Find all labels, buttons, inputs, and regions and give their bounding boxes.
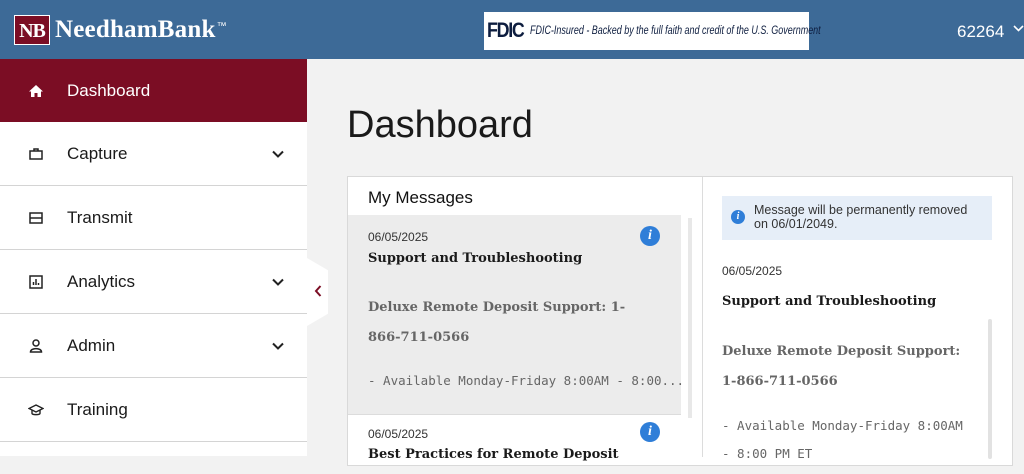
account-selector[interactable]: 62264 bbox=[957, 22, 1004, 42]
page-title: Dashboard bbox=[347, 104, 533, 146]
sidebar-nav: Dashboard Capture Transmit Analytics Adm… bbox=[0, 59, 307, 456]
info-icon: i bbox=[731, 210, 745, 224]
fdic-text: FDIC-Insured - Backed by the full faith … bbox=[530, 25, 821, 37]
chevron-down-icon bbox=[272, 150, 284, 158]
logo-text: NeedhamBank bbox=[55, 16, 216, 43]
user-icon bbox=[29, 338, 43, 353]
bank-logo[interactable]: NB NeedhamBank ™ bbox=[14, 15, 227, 45]
chevron-down-icon bbox=[272, 278, 284, 286]
top-bar: NB NeedhamBank ™ FDIC FDIC-Insured - Bac… bbox=[0, 0, 1024, 59]
fdic-banner: FDIC FDIC-Insured - Backed by the full f… bbox=[484, 12, 821, 50]
sidebar-item-admin[interactable]: Admin bbox=[0, 314, 307, 378]
message-title: Best Practices for Remote Deposit bbox=[368, 447, 619, 462]
chevron-left-icon[interactable] bbox=[313, 283, 323, 299]
sidebar-item-label: Training bbox=[67, 399, 128, 419]
chevron-down-icon bbox=[272, 342, 284, 350]
messages-scrollbar[interactable] bbox=[688, 218, 692, 418]
chart-icon bbox=[29, 274, 43, 289]
detail-availability: - Available Monday-Friday 8:00AM - 8:00 … bbox=[722, 418, 963, 461]
detail-title: Support and Troubleshooting bbox=[722, 294, 937, 309]
sidebar-item-transmit[interactable]: Transmit bbox=[0, 186, 307, 250]
graduation-cap-icon bbox=[28, 403, 44, 415]
sidebar-item-label: Analytics bbox=[67, 271, 136, 291]
sidebar-item-training[interactable]: Training bbox=[0, 378, 307, 442]
message-item[interactable]: 06/05/2025 i Best Practices for Remote D… bbox=[348, 414, 681, 474]
notice-text: Message will be permanently removed on 0… bbox=[754, 203, 968, 231]
sidebar-item-label: Admin bbox=[67, 335, 116, 355]
detail-body: Deluxe Remote Deposit Support: 1-866-711… bbox=[722, 344, 961, 389]
detail-scrollbar[interactable] bbox=[988, 319, 992, 459]
info-icon: i bbox=[640, 226, 660, 246]
message-date: 06/05/2025 bbox=[368, 427, 429, 441]
fdic-logo: FDIC bbox=[487, 19, 525, 42]
message-title: Support and Troubleshooting bbox=[368, 251, 583, 266]
message-preview: - Available Monday-Friday 8:00AM - 8:00.… bbox=[368, 373, 685, 388]
detail-date: 06/05/2025 bbox=[722, 264, 783, 278]
message-detail: i Message will be permanently removed on… bbox=[703, 177, 1012, 461]
info-icon: i bbox=[640, 422, 660, 442]
logo-mark: NB bbox=[14, 15, 50, 45]
briefcase-icon bbox=[29, 147, 43, 160]
home-icon bbox=[29, 84, 43, 97]
sidebar-item-label: Transmit bbox=[67, 207, 133, 227]
messages-header: My Messages bbox=[368, 188, 473, 207]
trademark-mark: ™ bbox=[216, 20, 227, 32]
expiry-notice: i Message will be permanently removed on… bbox=[722, 196, 992, 240]
sidebar-item-label: Capture bbox=[67, 143, 128, 163]
message-body: Deluxe Remote Deposit Support: 1-866-711… bbox=[368, 300, 626, 345]
sidebar-item-capture[interactable]: Capture bbox=[0, 122, 307, 186]
chevron-down-icon[interactable] bbox=[1013, 20, 1024, 36]
tray-icon bbox=[29, 211, 43, 224]
sidebar-item-label: Dashboard bbox=[67, 80, 151, 100]
messages-list: My Messages 06/05/2025 i Support and Tro… bbox=[347, 176, 702, 466]
message-item[interactable]: 06/05/2025 i Support and Troubleshooting… bbox=[348, 215, 685, 414]
sidebar-item-analytics[interactable]: Analytics bbox=[0, 250, 307, 314]
sidebar-item-dashboard[interactable]: Dashboard bbox=[0, 59, 307, 122]
message-date: 06/05/2025 bbox=[368, 230, 429, 244]
